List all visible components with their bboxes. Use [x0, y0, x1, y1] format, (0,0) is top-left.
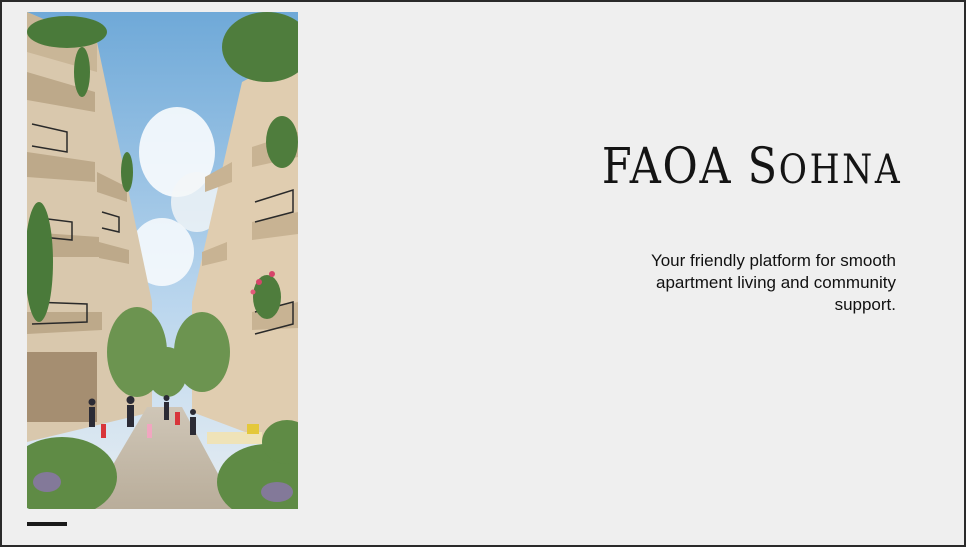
page-title: FAOA SOHNA [602, 137, 902, 195]
accent-bar [27, 522, 67, 526]
subtitle: Your friendly platform for smooth apartm… [650, 251, 896, 314]
title-main: FAOA S [601, 137, 779, 195]
apartment-courtyard-photo [27, 12, 298, 509]
title-smallcaps: OHNA [778, 147, 902, 193]
slide: FAOA SOHNA Your friendly platform for sm… [0, 0, 966, 547]
